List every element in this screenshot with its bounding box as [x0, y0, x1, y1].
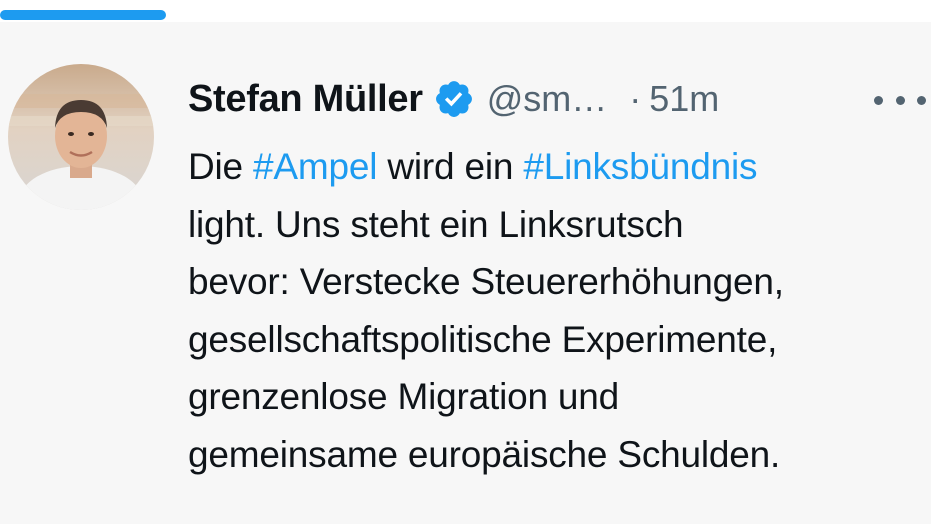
hashtag-linksbuendnis-link[interactable]: #Linksbündnis [523, 146, 757, 187]
tweet-text-line-6: gemeinsame europäische Schulden. [188, 433, 781, 475]
tweet-text-line-5: grenzenlose Migration und [188, 376, 620, 417]
author-name[interactable]: Stefan Müller [188, 78, 423, 121]
text-segment: Die [188, 146, 253, 187]
dot-3 [917, 95, 926, 105]
tweet-text-line-2: light. Uns steht ein Linksrutsch [188, 203, 684, 245]
more-dots-icon[interactable] [874, 92, 926, 108]
tweet-text-line-3: bevor: Verstecke Steuererhöhungen, [188, 261, 784, 302]
hashtag-ampel-link[interactable]: #Ampel [253, 146, 377, 187]
dot-1 [874, 95, 883, 105]
page: Stefan Müller @sm… · 51m Die #Ampel wird… [0, 0, 931, 524]
text-segment: wird ein [377, 146, 524, 187]
verified-badge-icon [433, 78, 475, 120]
avatar[interactable] [8, 64, 154, 210]
tweet-text-line-4: gesellschaftspolitische Experimente, [188, 318, 778, 360]
tweet-card[interactable]: Stefan Müller @sm… · 51m Die #Ampel wird… [0, 22, 931, 524]
tweet-text-line-1: Die #Ampel wird ein #Linksbündnis [188, 138, 928, 196]
dot-2 [895, 95, 905, 105]
author-handle[interactable]: @sm… [487, 78, 608, 120]
tab-bar [0, 0, 931, 22]
separator-dot: · [629, 78, 642, 119]
tweet-header: Stefan Müller @sm… · 51m [188, 74, 719, 124]
active-tab-indicator [0, 10, 166, 20]
tweet-text: Die #Ampel wird ein #Linksbündnis light.… [188, 138, 928, 483]
timestamp[interactable]: 51m [649, 78, 719, 120]
